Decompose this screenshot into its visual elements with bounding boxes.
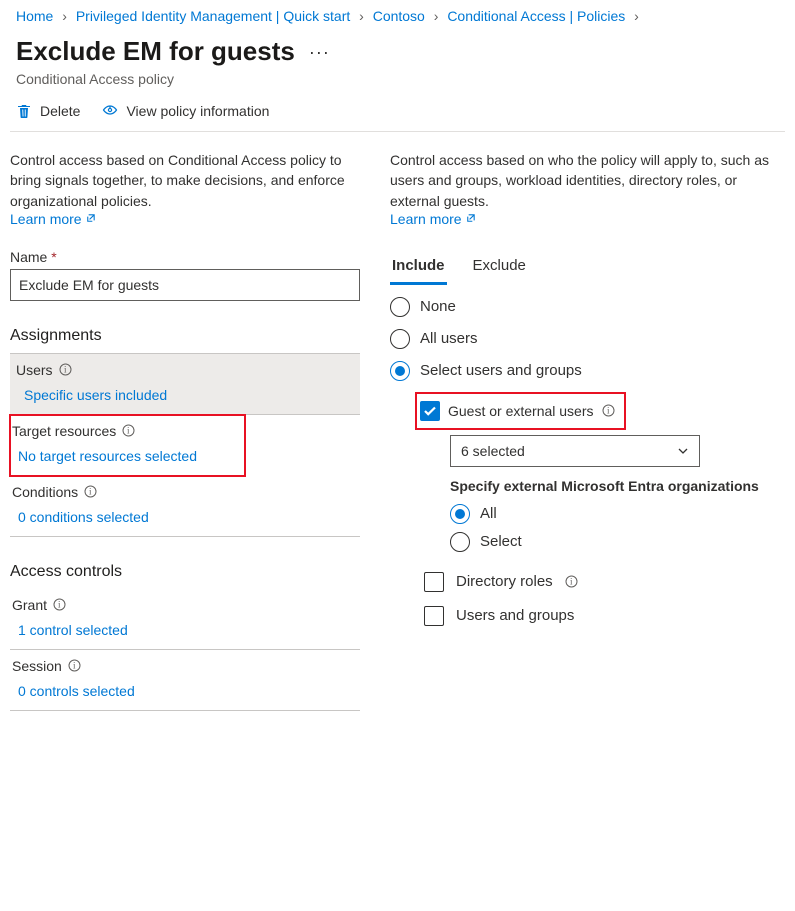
breadcrumb: Home › Privileged Identity Management | … [10,8,785,30]
radio-none-label: None [420,298,456,315]
assignment-conditions[interactable]: Conditions i 0 conditions selected [10,476,360,537]
session-value-link[interactable]: 0 controls selected [10,679,360,710]
users-groups-label: Users and groups [456,607,574,624]
left-intro: Control access based on Conditional Acce… [10,150,360,211]
radio-org-all[interactable]: All [450,504,785,524]
radio-none[interactable]: None [390,297,785,317]
checkbox-users-groups[interactable]: Users and groups [424,606,785,626]
info-icon[interactable]: i [59,363,72,376]
info-icon[interactable]: i [602,404,615,417]
assignment-users[interactable]: Users i Specific users included [10,354,360,415]
directory-roles-label: Directory roles [456,573,553,590]
chevron-right-icon: › [429,8,444,24]
access-grant[interactable]: Grant i 1 control selected [10,589,360,650]
delete-label: Delete [40,103,80,119]
checkbox-icon [424,606,444,626]
users-label: Users [16,362,53,378]
right-learn-more-link[interactable]: Learn more [390,211,476,227]
page-subtitle: Conditional Access policy [16,71,785,87]
radio-org-select[interactable]: Select [450,532,785,552]
radio-icon [450,504,470,524]
access-controls-heading: Access controls [10,551,360,589]
learn-more-label: Learn more [10,211,82,227]
radio-all-users[interactable]: All users [390,329,785,349]
radio-select-users-groups[interactable]: Select users and groups [390,361,785,381]
learn-more-label: Learn more [390,211,462,227]
eye-icon [102,103,118,119]
checkbox-directory-roles[interactable]: Directory roles i [424,572,785,592]
assignment-target-resources[interactable]: Target resources i No target resources s… [10,415,245,476]
svg-text:i: i [607,406,610,416]
svg-text:i: i [58,600,61,610]
svg-text:i: i [73,661,76,671]
info-icon[interactable]: i [84,485,97,498]
conditions-label: Conditions [12,484,78,500]
radio-select-label: Select users and groups [420,362,582,379]
grant-value-link[interactable]: 1 control selected [10,618,360,649]
name-input[interactable] [10,269,360,301]
svg-text:i: i [64,365,67,375]
required-star: * [51,249,56,265]
chevron-right-icon: › [354,8,369,24]
checkbox-icon [420,401,440,421]
tab-include[interactable]: Include [390,253,447,285]
crumb-contoso[interactable]: Contoso [373,8,425,24]
external-link-icon [465,213,476,224]
grant-label: Grant [12,597,47,613]
guest-external-label: Guest or external users [448,403,594,419]
svg-text:i: i [127,426,130,436]
svg-text:i: i [89,487,92,497]
chevron-right-icon: › [629,8,644,24]
radio-icon [390,329,410,349]
radio-org-all-label: All [480,505,497,522]
target-value-link[interactable]: No target resources selected [10,444,245,475]
checkbox-guest-external[interactable]: Guest or external users i [416,393,625,429]
checkbox-icon [424,572,444,592]
tab-exclude[interactable]: Exclude [471,253,528,285]
right-intro: Control access based on who the policy w… [390,150,785,211]
left-learn-more-link[interactable]: Learn more [10,211,96,227]
access-session[interactable]: Session i 0 controls selected [10,650,360,711]
radio-icon [390,361,410,381]
delete-icon [16,103,32,119]
svg-text:i: i [570,577,573,587]
external-link-icon [85,213,96,224]
name-label: Name * [10,249,360,265]
session-label: Session [12,658,62,674]
info-icon[interactable]: i [122,424,135,437]
crumb-ca-policies[interactable]: Conditional Access | Policies [447,8,625,24]
radio-icon [450,532,470,552]
crumb-home[interactable]: Home [16,8,53,24]
chevron-down-icon [677,445,689,457]
more-actions-icon[interactable]: ··· [309,43,330,61]
guest-dropdown-value: 6 selected [461,443,525,459]
info-icon[interactable]: i [565,575,578,588]
radio-all-users-label: All users [420,330,478,347]
chevron-right-icon: › [57,8,72,24]
users-value-link[interactable]: Specific users included [10,383,360,414]
view-policy-button[interactable]: View policy information [102,103,269,119]
delete-button[interactable]: Delete [16,103,80,119]
info-icon[interactable]: i [68,659,81,672]
external-orgs-label: Specify external Microsoft Entra organiz… [450,477,785,496]
radio-icon [390,297,410,317]
conditions-value-link[interactable]: 0 conditions selected [10,505,360,536]
guest-types-dropdown[interactable]: 6 selected [450,435,700,467]
include-exclude-tabs: Include Exclude [390,253,785,285]
target-label: Target resources [12,423,116,439]
view-policy-label: View policy information [126,103,269,119]
assignments-heading: Assignments [10,315,360,354]
page-title: Exclude EM for guests [16,36,295,67]
radio-org-select-label: Select [480,533,522,550]
crumb-pim[interactable]: Privileged Identity Management | Quick s… [76,8,350,24]
info-icon[interactable]: i [53,598,66,611]
